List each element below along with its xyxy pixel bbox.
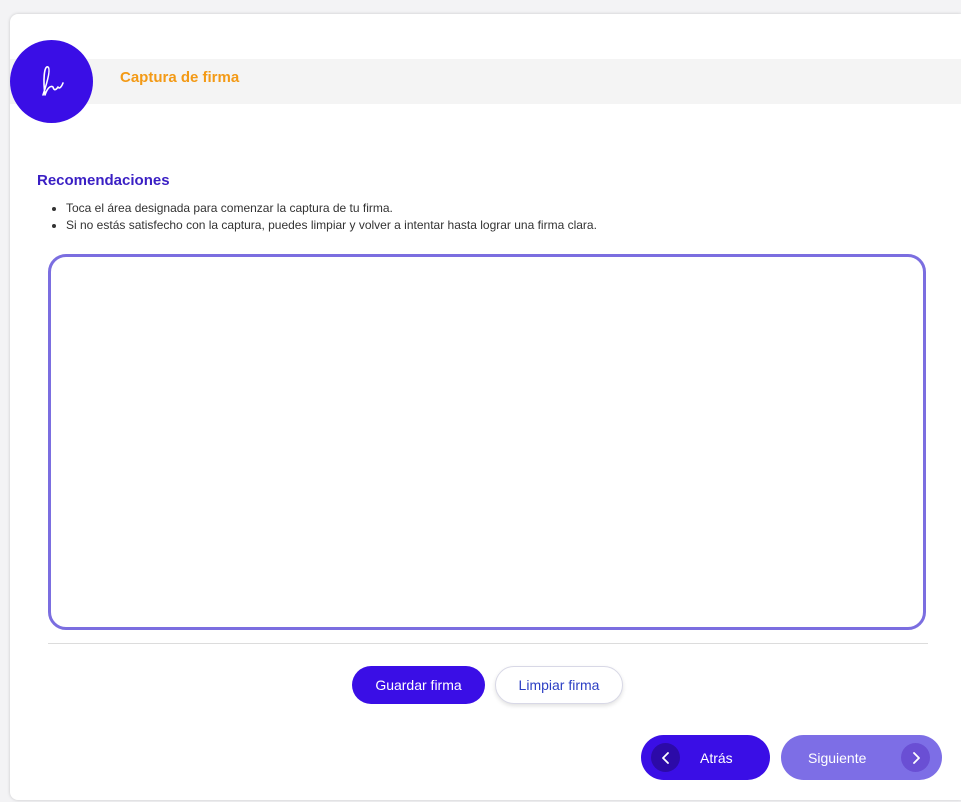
chevron-right-icon xyxy=(901,743,930,772)
next-button[interactable]: Siguiente xyxy=(781,735,942,780)
list-item: Si no estás satisfecho con la captura, p… xyxy=(66,217,597,234)
next-button-label: Siguiente xyxy=(808,749,867,766)
list-item: Toca el área designada para comenzar la … xyxy=(66,200,597,217)
back-button-label: Atrás xyxy=(700,749,733,766)
signature-pad[interactable] xyxy=(48,254,926,630)
back-button[interactable]: Atrás xyxy=(641,735,770,780)
chevron-left-icon xyxy=(651,743,680,772)
clear-signature-button[interactable]: Limpiar firma xyxy=(495,666,623,704)
page-title: Captura de firma xyxy=(120,69,240,86)
signature-capture-card: Captura de firma Recomendaciones Toca el… xyxy=(10,14,961,800)
signature-scribble-icon xyxy=(41,65,64,96)
recommendations-list: Toca el área designada para comenzar la … xyxy=(54,200,597,234)
recommendations-title: Recomendaciones xyxy=(37,172,170,189)
signature-logo-icon xyxy=(10,40,93,123)
divider xyxy=(48,643,928,644)
save-signature-button[interactable]: Guardar firma xyxy=(352,666,485,704)
